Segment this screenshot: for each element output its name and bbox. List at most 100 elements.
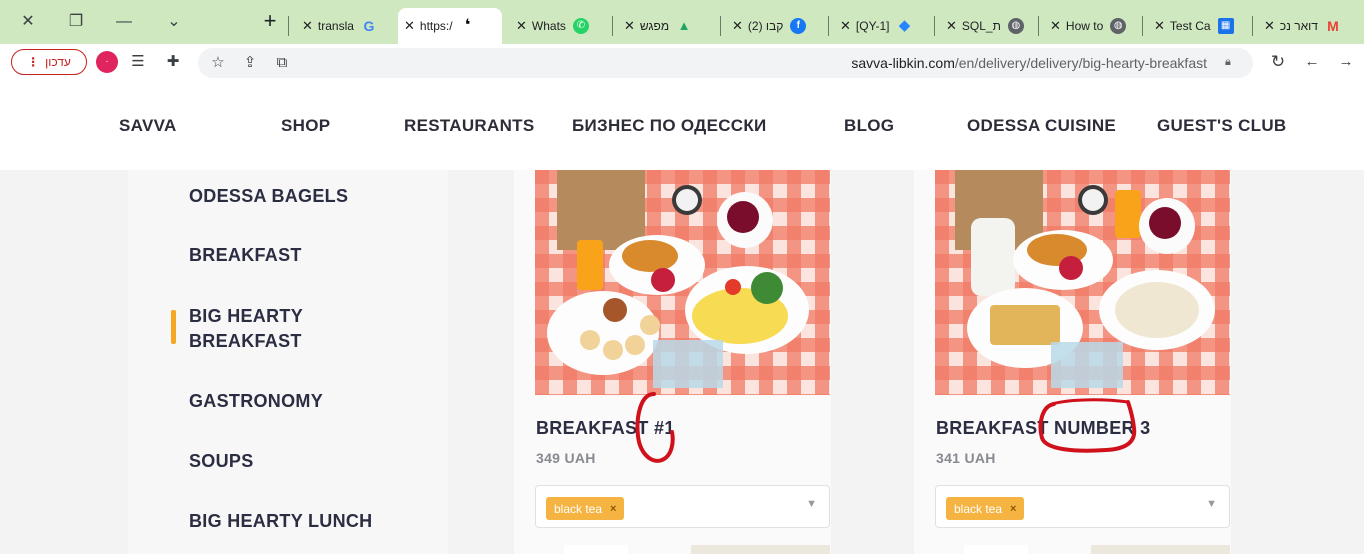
add-to-cart-button-top[interactable] (1091, 545, 1230, 554)
product-title[interactable]: BREAKFAST #1 (536, 418, 675, 439)
tab-separator (934, 16, 935, 36)
browser-tab-testcases[interactable]: ✕ Test Ca ▦ (1148, 8, 1248, 44)
product-price: 341 UAH (936, 450, 996, 466)
category-big-hearty-lunch[interactable]: BIG HEARTY LUNCH (189, 509, 372, 534)
quantity-control-top (964, 545, 1028, 554)
minimize-window-icon[interactable]: — (110, 8, 138, 36)
tab-search-chevron-icon[interactable]: ⌄ (160, 8, 188, 36)
nav-blog[interactable]: BLOG (844, 116, 894, 136)
tab-close-icon[interactable]: ✕ (946, 18, 957, 34)
nav-restaurants[interactable]: RESTAURANTS (404, 116, 535, 136)
quantity-control-top (564, 545, 628, 554)
product-title-number: NUMBER 3 (1054, 418, 1151, 438)
browser-tab-gmail[interactable]: ✕ דואר נכ M (1258, 8, 1364, 44)
dropdown-caret-icon[interactable]: ▼ (806, 498, 817, 510)
lock-icon[interactable]: 🔒︎ (1225, 56, 1239, 70)
tab-close-icon[interactable]: ✕ (624, 18, 635, 34)
tab-close-icon[interactable]: ✕ (732, 18, 743, 34)
tab-separator (828, 16, 829, 36)
extensions-puzzle-icon[interactable]: ✚ (163, 52, 183, 72)
browser-toolbar: ⋮ עדכון · ☰ ✚ ☆ ⇪ ⧉ savva-libkin.com/en/… (0, 44, 1364, 82)
category-sidebar: ODESSA BAGELS BREAKFAST BIG HEARTY BREAK… (128, 170, 448, 554)
remove-chip-icon[interactable]: × (1010, 503, 1016, 515)
drink-chip-label: black tea (954, 501, 1003, 516)
browser-tab-translate[interactable]: ✕ transla G (296, 8, 394, 44)
nav-savva[interactable]: SAVVA (119, 116, 177, 136)
tab-separator (288, 16, 289, 36)
address-url: savva-libkin.com/en/delivery/delivery/bi… (851, 48, 1207, 78)
browser-tab-howto[interactable]: ✕ How to ◍ (1044, 8, 1138, 44)
product-photo[interactable] (935, 170, 1230, 395)
nav-guests-club[interactable]: GUEST'S CLUB (1157, 116, 1286, 136)
site-logo-icon: ❛ (464, 17, 471, 34)
tab-close-icon[interactable]: ✕ (404, 18, 415, 34)
globe-icon: ◍ (1007, 18, 1024, 34)
category-soups[interactable]: SOUPS (189, 449, 254, 474)
google-drive-icon: ▲ (677, 18, 691, 33)
product-title[interactable]: BREAKFAST NUMBER 3 (936, 418, 1150, 439)
tab-close-icon[interactable]: ✕ (1050, 18, 1061, 34)
browser-tab-strip: ✕ ❐ — ⌄ + ✕ transla G ✕ https:/ ❛ ✕ What… (0, 0, 1364, 44)
tab-close-icon[interactable]: ✕ (1264, 18, 1275, 34)
tab-title: transla (317, 19, 354, 33)
profile-avatar[interactable]: · (96, 51, 118, 73)
reload-icon[interactable]: ↻ (1268, 52, 1288, 72)
gmail-icon: M (1327, 18, 1339, 34)
browser-tab-jira[interactable]: ✕ [QY-1] ◆ (834, 8, 930, 44)
drink-select[interactable]: black tea × ▼ (935, 485, 1230, 528)
tab-title: https:/ (419, 19, 453, 33)
drink-select[interactable]: black tea × ▼ (535, 485, 830, 528)
share-icon[interactable]: ⇪ (240, 53, 260, 73)
nav-business[interactable]: БИЗНЕС ПО ОДЕССКИ (572, 116, 767, 136)
add-to-cart-button-top[interactable] (691, 545, 830, 554)
whatsapp-icon: ✆ (572, 18, 589, 34)
google-icon: G (363, 18, 375, 34)
tab-separator (1252, 16, 1253, 36)
nav-shop[interactable]: SHOP (281, 116, 330, 136)
back-arrow-icon[interactable]: ← (1302, 52, 1322, 72)
drink-chip-label: black tea (554, 501, 603, 516)
url-host: savva-libkin.com (851, 55, 955, 71)
tab-close-icon[interactable]: ✕ (1154, 18, 1165, 34)
update-browser-button[interactable]: ⋮ עדכון (11, 49, 87, 75)
url-path: /en/delivery/delivery/big-hearty-breakfa… (954, 55, 1207, 71)
reading-list-icon[interactable]: ☰ (128, 52, 148, 72)
product-photo[interactable] (535, 170, 830, 395)
forward-arrow-icon[interactable]: → (1336, 52, 1356, 72)
tab-close-icon[interactable]: ✕ (302, 18, 313, 34)
remove-chip-icon[interactable]: × (610, 503, 616, 515)
tab-separator (720, 16, 721, 36)
browser-tab-sql[interactable]: ✕ SQL_ת ◍ (940, 8, 1034, 44)
tab-close-icon[interactable]: ✕ (840, 18, 851, 34)
category-breakfast[interactable]: BREAKFAST (189, 243, 302, 268)
new-tab-plus-icon[interactable]: + (258, 10, 282, 34)
site-main-nav: SAVVA SHOP RESTAURANTS БИЗНЕС ПО ОДЕССКИ… (0, 82, 1364, 170)
restore-window-icon[interactable]: ❐ (62, 8, 90, 36)
dropdown-caret-icon[interactable]: ▼ (1206, 498, 1217, 510)
category-odessa-bagels[interactable]: ODESSA BAGELS (189, 184, 348, 209)
jira-icon: ◆ (898, 17, 911, 34)
browser-tab-facebook[interactable]: ✕ (2) קבו f (726, 8, 822, 44)
browser-tab-active[interactable]: ✕ https:/ ❛ (398, 8, 502, 44)
nav-odessa-cuisine[interactable]: ODESSA CUISINE (967, 116, 1116, 136)
category-big-hearty-breakfast[interactable]: BIG HEARTY BREAKFAST (189, 304, 319, 354)
tab-title: Whats (531, 19, 566, 33)
address-bar[interactable]: ☆ ⇪ ⧉ savva-libkin.com/en/delivery/deliv… (198, 48, 1253, 78)
product-price: 349 UAH (536, 450, 596, 466)
close-window-icon[interactable]: ✕ (14, 8, 42, 36)
facebook-icon: f (790, 18, 807, 34)
tab-close-icon[interactable]: ✕ (516, 18, 527, 34)
drink-chip: black tea × (546, 497, 625, 520)
product-card: BREAKFAST NUMBER 3 341 UAH black tea × ▼ (914, 170, 1231, 554)
tab-separator (612, 16, 613, 36)
install-app-icon[interactable]: ⧉ (272, 53, 292, 73)
tab-separator (1142, 16, 1143, 36)
browser-tab-whatsapp[interactable]: ✕ Whats ✆ (510, 8, 606, 44)
browser-tab-drive[interactable]: ✕ מפגש ▲ (618, 8, 714, 44)
tab-title: SQL_ת (961, 19, 1001, 33)
bookmark-star-icon[interactable]: ☆ (208, 53, 228, 73)
tab-title: (2) קבו (747, 19, 784, 33)
category-gastronomy[interactable]: GASTRONOMY (189, 389, 323, 414)
tab-title: דואר נכ (1279, 19, 1318, 33)
selected-category-marker (171, 310, 176, 344)
